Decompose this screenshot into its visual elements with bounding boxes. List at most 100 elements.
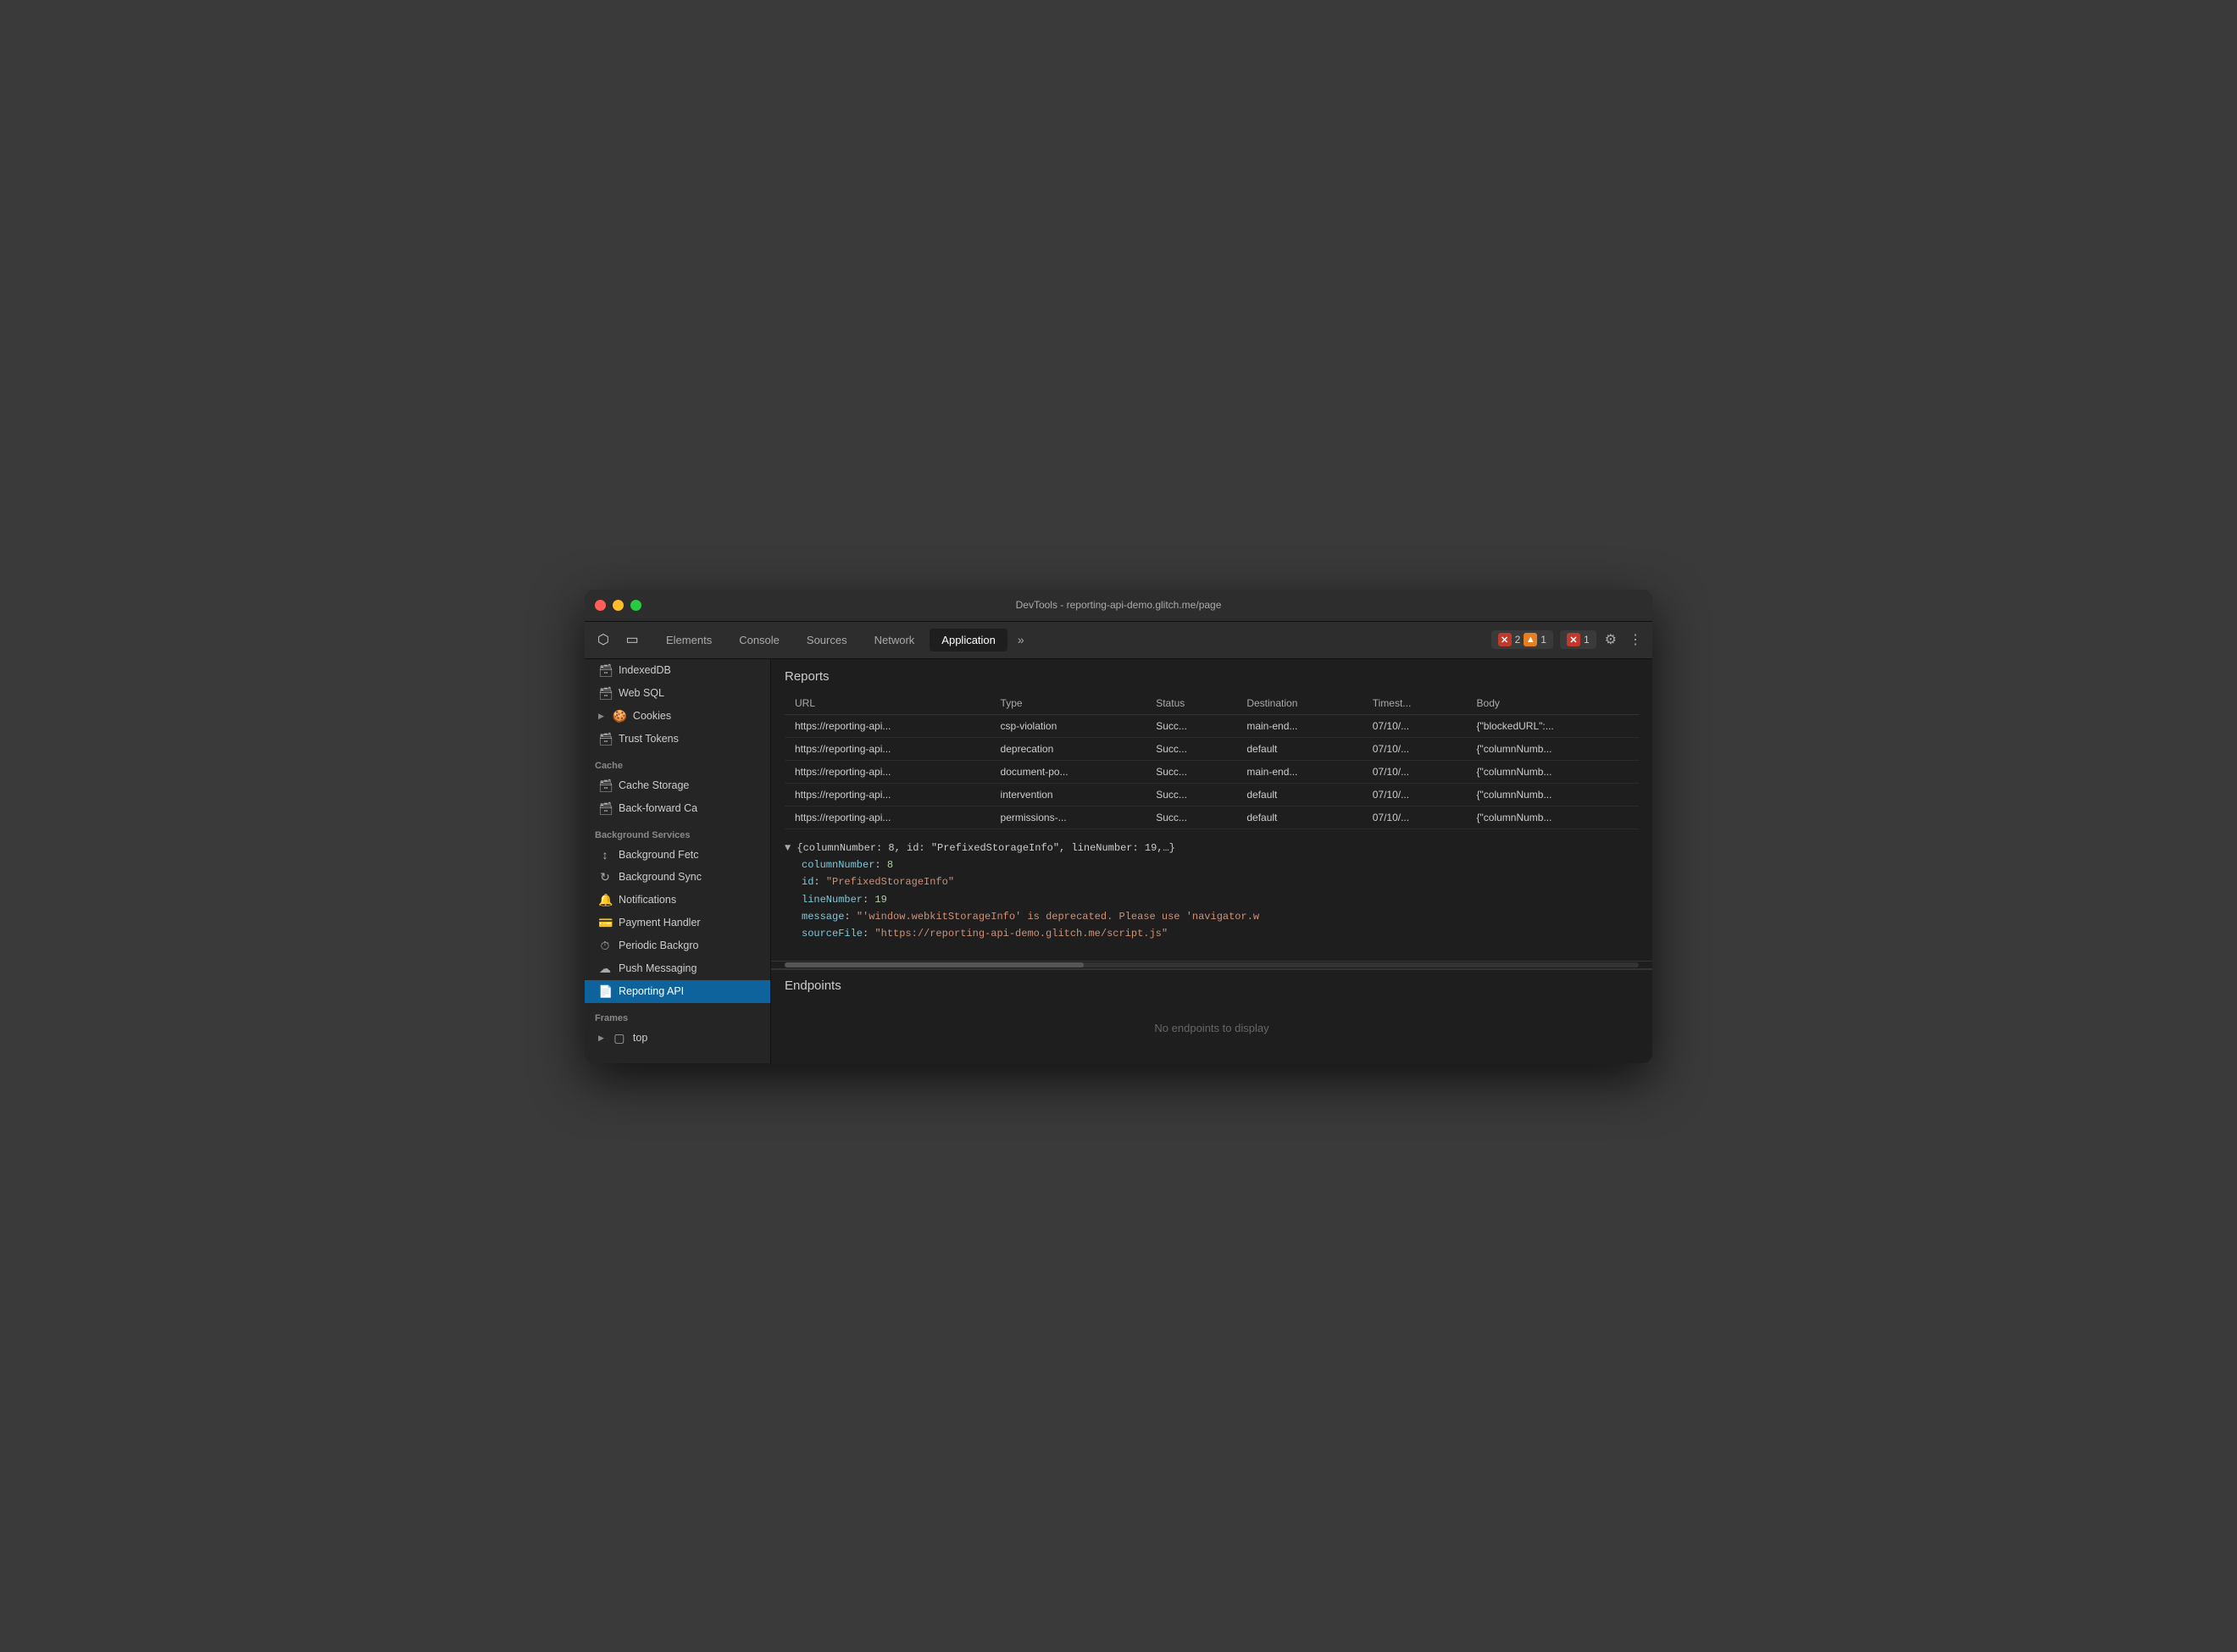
- main-layout: 🗃 IndexedDB 🗃 Web SQL ▶ 🍪 Cookies 🗃 Trus…: [585, 659, 1652, 1063]
- sidebar-item-backforward[interactable]: 🗃 Back-forward Ca: [585, 797, 770, 820]
- traffic-lights: [595, 600, 641, 611]
- toolbar: ⬡ ▭ Elements Console Sources Network App…: [585, 622, 1652, 659]
- sidebar-item-label: Trust Tokens: [619, 733, 679, 745]
- sidebar-item-notifications[interactable]: 🔔 Notifications: [585, 889, 770, 912]
- toolbar-icons: ⬡ ▭: [591, 628, 644, 651]
- sidebar-item-indexeddb[interactable]: 🗃 IndexedDB: [585, 659, 770, 682]
- cursor-icon[interactable]: ⬡: [591, 628, 615, 651]
- warning-icon: ▲: [1524, 633, 1537, 646]
- table-row[interactable]: https://reporting-api...document-po...Su…: [785, 760, 1639, 783]
- sidebar-item-bgsync[interactable]: ↻ Background Sync: [585, 866, 770, 889]
- settings-icon[interactable]: ⚙: [1600, 631, 1622, 648]
- warning-count: 1: [1540, 634, 1546, 646]
- sidebar-item-reportingapi[interactable]: 📄 Reporting API: [585, 980, 770, 1003]
- sidebar-item-label: Periodic Backgro: [619, 940, 699, 951]
- json-detail-panel: ▼ {columnNumber: 8, id: "PrefixedStorage…: [771, 829, 1652, 961]
- sidebar-item-periodicbg[interactable]: ⏱ Periodic Backgro: [585, 934, 770, 957]
- col-status: Status: [1146, 692, 1236, 715]
- cell-type: document-po...: [991, 760, 1146, 783]
- table-header-row: URL Type Status Destination Timest... Bo…: [785, 692, 1639, 715]
- clock-icon: ⏱: [598, 939, 612, 953]
- table-row[interactable]: https://reporting-api...permissions-...S…: [785, 806, 1639, 829]
- sidebar-item-pushmessaging[interactable]: ☁ Push Messaging: [585, 957, 770, 980]
- cell-destination: main-end...: [1236, 714, 1362, 737]
- frame-icon: ▢: [613, 1031, 626, 1045]
- more-tabs-button[interactable]: »: [1011, 633, 1031, 646]
- more-options-icon[interactable]: ⋮: [1625, 631, 1646, 648]
- sidebar-item-label: Back-forward Ca: [619, 802, 697, 814]
- sidebar-item-label: Background Sync: [619, 871, 702, 883]
- tab-network[interactable]: Network: [863, 629, 927, 651]
- sidebar-item-label: Background Fetc: [619, 849, 699, 861]
- sidebar-item-label: Notifications: [619, 894, 676, 906]
- cell-destination: default: [1236, 783, 1362, 806]
- col-body: Body: [1467, 692, 1639, 715]
- col-destination: Destination: [1236, 692, 1362, 715]
- violation-badge-group[interactable]: ✕ 1: [1560, 630, 1596, 649]
- cell-type: csp-violation: [991, 714, 1146, 737]
- sidebar-item-trusttokens[interactable]: 🗃 Trust Tokens: [585, 728, 770, 751]
- database-icon: 🗃: [598, 663, 612, 678]
- device-icon[interactable]: ▭: [620, 628, 644, 651]
- sidebar-item-frames-top[interactable]: ▶ ▢ top: [585, 1027, 770, 1050]
- sidebar-item-label: Cache Storage: [619, 779, 689, 791]
- sidebar-item-bgfetch[interactable]: ↕ Background Fetc: [585, 844, 770, 866]
- close-button[interactable]: [595, 600, 606, 611]
- tab-sources[interactable]: Sources: [795, 629, 859, 651]
- sidebar-item-paymenthandler[interactable]: 💳 Payment Handler: [585, 912, 770, 934]
- sidebar-item-label: Cookies: [633, 710, 671, 722]
- tab-console[interactable]: Console: [727, 629, 791, 651]
- reports-table: URL Type Status Destination Timest... Bo…: [785, 692, 1639, 829]
- sidebar-item-cachestorage[interactable]: 🗃 Cache Storage: [585, 774, 770, 797]
- cache-section-label: Cache: [585, 751, 770, 774]
- tab-elements[interactable]: Elements: [654, 629, 724, 651]
- col-timestamp: Timest...: [1363, 692, 1467, 715]
- col-type: Type: [991, 692, 1146, 715]
- payment-icon: 💳: [598, 916, 612, 930]
- cell-timestamp: 07/10/...: [1363, 783, 1467, 806]
- json-field-linenumber: lineNumber: 19: [785, 891, 1639, 908]
- sidebar-item-label: Payment Handler: [619, 917, 701, 929]
- cell-status: Succ...: [1146, 783, 1236, 806]
- sidebar-item-label: Push Messaging: [619, 962, 697, 974]
- cell-body: {"columnNumb...: [1467, 737, 1639, 760]
- table-row[interactable]: https://reporting-api...deprecationSucc.…: [785, 737, 1639, 760]
- error-badge-group[interactable]: ✕ 2 ▲ 1: [1491, 630, 1553, 649]
- arrow-icon: ▶: [598, 712, 604, 721]
- titlebar: DevTools - reporting-api-demo.glitch.me/…: [585, 590, 1652, 622]
- window-title: DevTools - reporting-api-demo.glitch.me/…: [1016, 599, 1222, 611]
- maximize-button[interactable]: [630, 600, 641, 611]
- reports-section: Reports URL Type Status Destination Time…: [771, 659, 1652, 829]
- cell-body: {"columnNumb...: [1467, 760, 1639, 783]
- endpoints-section: Endpoints No endpoints to display: [771, 969, 1652, 1063]
- json-header-line: ▼ {columnNumber: 8, id: "PrefixedStorage…: [785, 840, 1639, 856]
- cell-status: Succ...: [1146, 806, 1236, 829]
- sidebar-item-websql[interactable]: 🗃 Web SQL: [585, 682, 770, 705]
- error-icon: ✕: [1498, 633, 1512, 646]
- fetch-icon: ↕: [598, 848, 612, 862]
- json-field-sourcefile: sourceFile: "https://reporting-api-demo.…: [785, 925, 1639, 942]
- cell-destination: default: [1236, 737, 1362, 760]
- sync-icon: ↻: [598, 870, 612, 884]
- cell-url: https://reporting-api...: [785, 760, 991, 783]
- database-icon: 🗃: [598, 732, 612, 746]
- cell-destination: default: [1236, 806, 1362, 829]
- tab-application[interactable]: Application: [930, 629, 1007, 651]
- endpoints-empty-message: No endpoints to display: [785, 1001, 1639, 1055]
- violation-icon: ✕: [1567, 633, 1580, 646]
- cookie-icon: 🍪: [613, 709, 626, 723]
- cell-type: permissions-...: [991, 806, 1146, 829]
- reports-title: Reports: [785, 669, 1639, 684]
- database-icon: 🗃: [598, 686, 612, 701]
- table-row[interactable]: https://reporting-api...interventionSucc…: [785, 783, 1639, 806]
- minimize-button[interactable]: [613, 600, 624, 611]
- json-field-message: message: "'window.webkitStorageInfo' is …: [785, 908, 1639, 925]
- sidebar-item-cookies[interactable]: ▶ 🍪 Cookies: [585, 705, 770, 728]
- horizontal-scrollbar[interactable]: [771, 961, 1652, 969]
- table-row[interactable]: https://reporting-api...csp-violationSuc…: [785, 714, 1639, 737]
- database-icon: 🗃: [598, 779, 612, 793]
- violation-count: 1: [1584, 634, 1590, 646]
- col-url: URL: [785, 692, 991, 715]
- scroll-thumb[interactable]: [785, 962, 1084, 967]
- json-header-text: {columnNumber: 8, id: "PrefixedStorageIn…: [797, 842, 1174, 854]
